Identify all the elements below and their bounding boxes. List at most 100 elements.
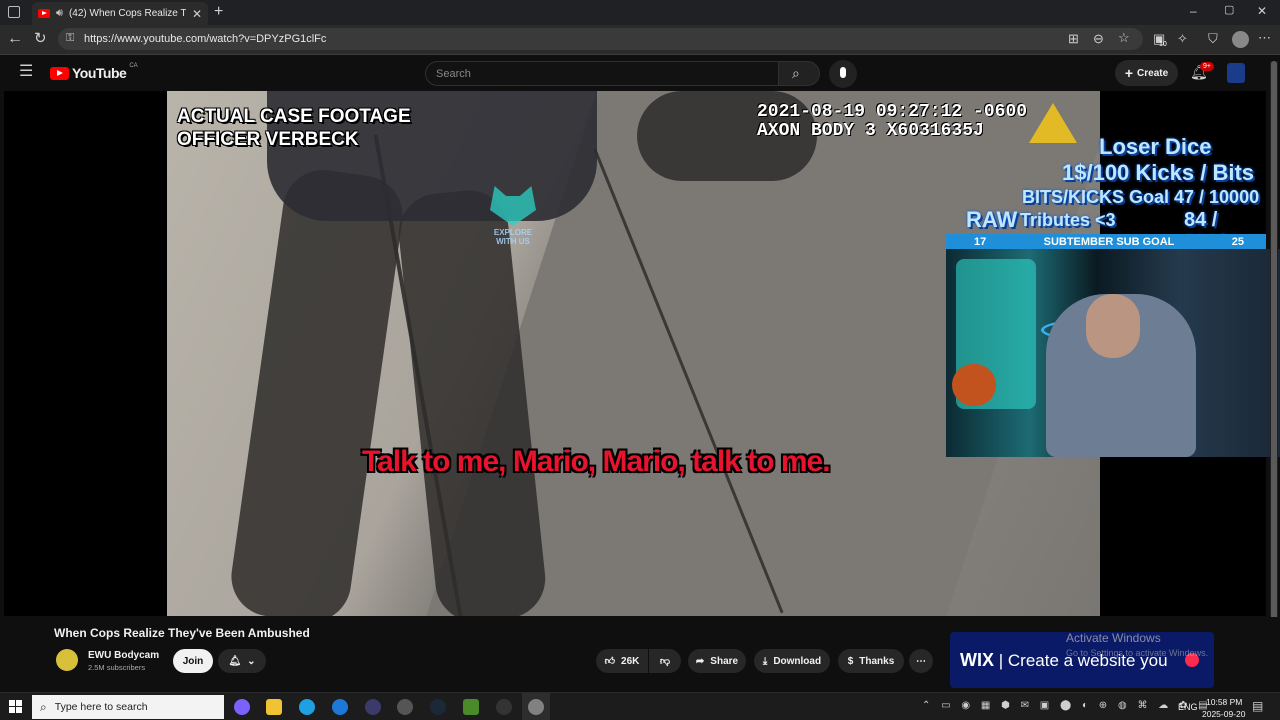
url-field[interactable]: ⚿ https://www.youtube.com/watch?v=DPYzPG… bbox=[58, 28, 1143, 50]
favorite-star-icon[interactable]: ☆ bbox=[1118, 31, 1130, 44]
camera-timestamp: 2021-08-19 09:27:12 -0600 bbox=[757, 102, 1028, 122]
scrollbar[interactable] bbox=[1270, 61, 1278, 681]
channel-name[interactable]: EWU Bodycam bbox=[88, 650, 159, 661]
zoom-icon[interactable]: ⊖ bbox=[1093, 32, 1104, 45]
thumbs-down-icon: 👎︎ bbox=[659, 656, 671, 667]
site-info-icon[interactable]: ⚿ bbox=[66, 33, 74, 44]
video-subtitle: Talk to me, Mario, Mario, talk to me. bbox=[362, 445, 831, 478]
active-app-indicator bbox=[522, 693, 550, 720]
thanks-label: Thanks bbox=[859, 655, 895, 667]
tab-actions-icon[interactable] bbox=[8, 6, 20, 18]
plus-icon: + bbox=[1124, 65, 1134, 81]
speaker-icon[interactable]: 🔊︎ bbox=[56, 8, 63, 19]
stream-overlay-line3: BITS/KICKS Goal 47 / 10000 bbox=[1022, 187, 1260, 207]
more-menu-icon[interactable]: ⋯ bbox=[1258, 31, 1271, 44]
thumbs-up-icon: 👍︎ bbox=[604, 656, 616, 667]
stream-overlay-line2: 1$/100 Kicks / Bits bbox=[1062, 160, 1255, 185]
chevron-down-icon: ⌄ bbox=[247, 655, 256, 667]
app-available-icon[interactable]: ⊞ bbox=[1068, 32, 1079, 45]
region-code: CA bbox=[129, 63, 138, 69]
system-tray-icons[interactable]: ⌃ ▭ ◉ ▦ ⬢ ✉ ▣ ⬤ ◐ ⊕ ◍ ⌘ ☁ ✿ ▤ bbox=[922, 701, 1212, 711]
thanks-button[interactable]: $ Thanks bbox=[838, 649, 904, 673]
channel-avatar[interactable] bbox=[1227, 63, 1245, 83]
streamer-head bbox=[1086, 294, 1140, 358]
thanks-icon: $ bbox=[847, 655, 854, 667]
app-dark-icon[interactable] bbox=[365, 699, 381, 715]
overlay-title-line2: OFFICER VERBECK bbox=[177, 129, 359, 150]
close-tab-icon[interactable]: ✕ bbox=[192, 8, 202, 20]
scrollbar-thumb[interactable] bbox=[1271, 61, 1277, 651]
pumpkin-decoration bbox=[952, 364, 996, 406]
create-button[interactable]: + Create bbox=[1115, 60, 1178, 86]
back-icon[interactable]: ← bbox=[7, 31, 23, 47]
browser-address-bar: ← ↻ ⚿ https://www.youtube.com/watch?v=DP… bbox=[0, 25, 1280, 55]
activate-windows-subtitle: Go to Settings to activate Windows. bbox=[1066, 648, 1209, 658]
youtube-logo[interactable]: YouTube CA bbox=[50, 63, 138, 81]
clock-date[interactable]: 2025-09-20 bbox=[1202, 709, 1245, 719]
copilot-icon[interactable] bbox=[234, 699, 250, 715]
microphone-icon bbox=[840, 67, 846, 78]
settings-gear-icon[interactable] bbox=[397, 699, 413, 715]
youtube-header: ☰ YouTube CA Search ⌕ + Create 🔔︎ 9+ bbox=[0, 56, 1280, 90]
language-indicator[interactable]: ENG bbox=[1178, 702, 1198, 712]
share-button[interactable]: ➦ Share bbox=[688, 649, 746, 673]
collections-icon[interactable]: ⛉ bbox=[1208, 32, 1218, 45]
ad-separator: | bbox=[998, 651, 1008, 670]
refresh-icon[interactable]: ↻ bbox=[34, 31, 47, 46]
profile-avatar[interactable] bbox=[1232, 31, 1249, 48]
join-button[interactable]: Join bbox=[173, 649, 213, 673]
search-input[interactable]: Search bbox=[425, 61, 779, 86]
edge-icon[interactable] bbox=[299, 699, 315, 715]
wolf-watermark-logo: EXPLORE WITH US bbox=[485, 186, 541, 258]
extensions-icon[interactable]: ▣ 10 bbox=[1153, 32, 1167, 48]
triangle-logo-icon bbox=[1029, 103, 1077, 143]
wolf-head-icon bbox=[490, 186, 536, 226]
stream-overlay-line1: Loser Dice bbox=[1099, 134, 1212, 159]
camera-id: AXON BODY 3 X6031635J bbox=[757, 121, 984, 141]
steam-icon[interactable] bbox=[430, 699, 446, 715]
bell-icon: 🔔︎ bbox=[228, 655, 242, 667]
extension-badge: 10 bbox=[1159, 41, 1167, 48]
maximize-icon[interactable]: ▢ bbox=[1224, 5, 1234, 16]
new-tab-icon[interactable]: + bbox=[214, 4, 223, 20]
minimize-icon[interactable]: – bbox=[1190, 5, 1197, 17]
sub-goal-bar: 17 SUBTEMBER SUB GOAL 25 bbox=[946, 234, 1266, 249]
goal-left-value: 17 bbox=[974, 235, 987, 248]
tab-title: (42) When Cops Realize They've Been Ambu… bbox=[68, 8, 186, 19]
close-window-icon[interactable]: ✕ bbox=[1257, 5, 1267, 17]
more-actions-button[interactable]: ⋯ bbox=[909, 649, 933, 673]
notification-center-icon[interactable]: ▤ bbox=[1252, 700, 1263, 712]
notifications-badge: 9+ bbox=[1200, 62, 1214, 71]
watermark-text: EXPLORE WITH US bbox=[493, 228, 533, 246]
video-player[interactable]: ACTUAL CASE FOOTAGE OFFICER VERBECK 2021… bbox=[4, 61, 1280, 681]
more-horizontal-icon: ⋯ bbox=[916, 655, 926, 667]
youtube-favicon-icon bbox=[38, 9, 50, 18]
notifications-toggle[interactable]: 🔔︎ ⌄ bbox=[218, 649, 266, 673]
clock-time[interactable]: 10:58 PM bbox=[1206, 697, 1242, 707]
search-button[interactable]: ⌕ bbox=[778, 61, 820, 86]
search-placeholder: Search bbox=[436, 67, 471, 80]
app-blue-icon[interactable] bbox=[332, 699, 348, 715]
windows-start-icon[interactable] bbox=[9, 700, 22, 713]
taskbar-search-box[interactable]: ⌕ Type here to search bbox=[32, 695, 224, 719]
goal-right-value: 25 bbox=[1231, 235, 1244, 248]
overlay-title-line1: ACTUAL CASE FOOTAGE bbox=[177, 106, 411, 127]
url-text: https://www.youtube.com/watch?v=DPYzPG1c… bbox=[84, 33, 327, 45]
channel-avatar-image[interactable] bbox=[56, 649, 78, 671]
menu-icon[interactable]: ☰ bbox=[19, 64, 33, 80]
minecraft-icon[interactable] bbox=[463, 699, 479, 715]
join-label: Join bbox=[182, 655, 204, 667]
puzzle-icon[interactable]: ✧ bbox=[1177, 32, 1188, 45]
browser-tab[interactable]: 🔊︎ (42) When Cops Realize They've Been A… bbox=[32, 2, 208, 25]
download-button[interactable]: ⤓ Download bbox=[754, 649, 830, 673]
video-title: When Cops Realize They've Been Ambushed bbox=[54, 626, 310, 640]
voice-search-button[interactable] bbox=[829, 60, 857, 88]
recording-app-icon[interactable] bbox=[496, 699, 512, 715]
goal-label: SUBTEMBER SUB GOAL bbox=[1043, 235, 1175, 248]
shadow-figure-1 bbox=[226, 164, 408, 616]
dislike-button[interactable]: 👎︎ bbox=[649, 649, 681, 673]
like-button[interactable]: 👍︎ 26K bbox=[596, 649, 648, 673]
youtube-logo-icon bbox=[50, 66, 69, 80]
windows-taskbar: ⌕ Type here to search ⌃ ▭ ◉ ▦ ⬢ ✉ ▣ ⬤ ◐ … bbox=[0, 692, 1280, 720]
file-explorer-icon[interactable] bbox=[266, 699, 282, 715]
